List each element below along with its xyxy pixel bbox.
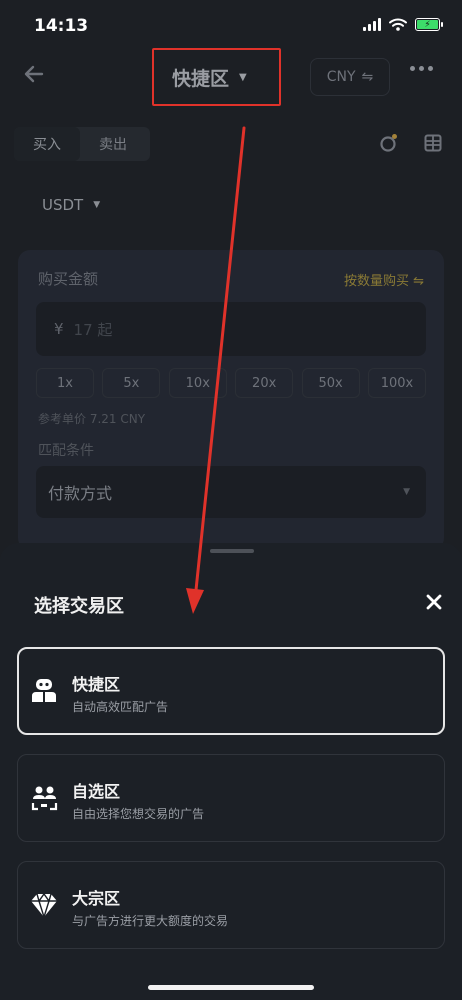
close-icon[interactable] <box>424 592 444 612</box>
coin-selector[interactable]: USDT ▼ <box>42 196 100 214</box>
ledger-icon[interactable] <box>424 134 442 152</box>
swap-icon: ⇋ <box>361 69 374 85</box>
robot-icon <box>32 679 56 702</box>
multiplier-button[interactable]: 20x <box>235 368 294 398</box>
battery-icon: ⚡ <box>415 18 443 31</box>
amount-input[interactable]: ¥ 17 起 <box>36 302 426 356</box>
caret-down-icon: ▼ <box>93 200 101 210</box>
status-icons: ⚡ <box>363 18 443 31</box>
more-icon[interactable] <box>410 66 433 71</box>
multiplier-button[interactable]: 5x <box>102 368 161 398</box>
option-title: 快捷区 <box>72 675 121 694</box>
annotation-highlight-box <box>152 48 281 106</box>
amount-placeholder: 17 起 <box>73 320 113 339</box>
reference-price: 参考单价 7.21 CNY <box>38 412 146 426</box>
tab-buy[interactable]: 买入 <box>14 127 80 161</box>
multiplier-row: 1x 5x 10x 20x 50x 100x <box>36 368 426 398</box>
currency-label: CNY <box>326 69 356 85</box>
payment-method-label: 付款方式 <box>48 484 113 503</box>
option-desc: 自由选择您想交易的广告 <box>72 807 205 821</box>
buy-by-quantity-link[interactable]: 按数量购买 ⇋ <box>344 270 424 289</box>
sheet-title: 选择交易区 <box>34 596 124 617</box>
multiplier-button[interactable]: 50x <box>301 368 360 398</box>
caret-down-icon: ▼ <box>403 487 410 497</box>
orders-icon[interactable] <box>380 133 398 153</box>
home-indicator <box>148 985 314 990</box>
trade-tabs: 买入 卖出 <box>14 127 150 161</box>
amount-label: 购买金额 <box>38 270 99 288</box>
status-time: 14:13 <box>34 16 89 36</box>
sheet-drag-handle[interactable] <box>210 549 254 553</box>
option-title: 自选区 <box>72 782 121 801</box>
multiplier-button[interactable]: 10x <box>168 368 227 398</box>
coin-label: USDT <box>42 196 84 214</box>
option-desc: 与广告方进行更大额度的交易 <box>72 914 229 928</box>
diamond-icon <box>31 892 57 919</box>
option-desc: 自动高效匹配广告 <box>72 700 169 714</box>
match-conditions-label: 匹配条件 <box>38 443 94 459</box>
wifi-icon <box>389 18 407 31</box>
currency-symbol: ¥ <box>54 320 64 338</box>
payment-method-select[interactable]: 付款方式 ▼ <box>36 466 426 518</box>
currency-switch-button[interactable]: CNY ⇋ <box>310 58 390 96</box>
signal-icon <box>363 18 381 31</box>
option-title: 大宗区 <box>72 889 121 908</box>
multiplier-button[interactable]: 1x <box>36 368 94 398</box>
tab-sell[interactable]: 卖出 <box>80 127 146 161</box>
users-select-icon <box>31 786 58 811</box>
back-arrow-icon[interactable] <box>22 62 50 90</box>
multiplier-button[interactable]: 100x <box>367 368 426 398</box>
